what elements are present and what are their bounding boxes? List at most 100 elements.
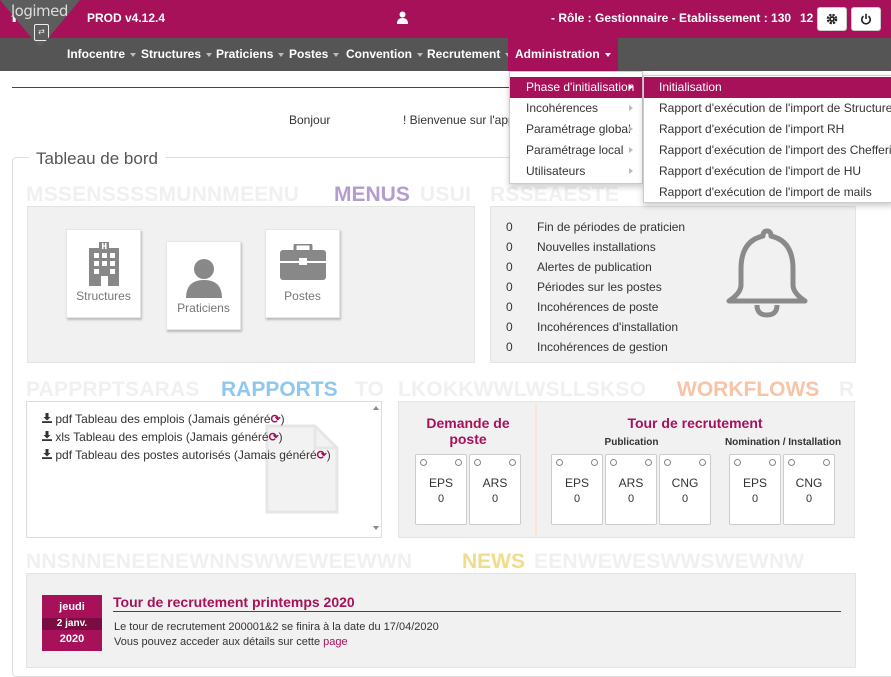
menus-watermark: MSSENSSSSMUNNMEENU [26,184,300,206]
menu-label: Paramétrage local [526,143,624,157]
status-dot [556,459,563,466]
nav-postes[interactable]: Postes [289,38,340,71]
workflows-watermark-right: R [839,379,855,401]
demande-title: Demande de poste [426,415,510,447]
status-dot [610,459,617,466]
bell-icon [726,228,808,318]
report-label: Tableau des emplois (Jamais généré [73,430,269,444]
nav-label: Administration [515,47,600,61]
nav-administration[interactable]: Administration [508,38,618,71]
tile-praticiens[interactable]: Praticiens [166,241,241,330]
status-dot [734,459,741,466]
rapports-watermark-right: TO [355,379,384,401]
workflows-divider [535,404,537,535]
alert-count: 0 [506,220,513,234]
status-dot [474,459,481,466]
dashboard-title: Tableau de bord [29,149,165,169]
gear-icon [826,13,838,25]
menu-item-parametrage-global[interactable]: Paramétrage global [510,119,642,140]
nav-infocentre[interactable]: Infocentre [67,38,137,71]
menu-item-parametrage-local[interactable]: Paramétrage local [510,140,642,161]
scroll-up-icon[interactable] [373,406,379,410]
building-icon [88,242,119,286]
power-icon [861,13,871,25]
tile-postes[interactable]: Postes [265,229,340,318]
caret-down-icon [278,52,285,57]
workflow-card-eps[interactable]: EPS 0 [551,454,603,525]
logo-text: logimed [11,2,68,20]
submenu-item-rapport-structures[interactable]: Rapport d'exécution de l'import de Struc… [644,98,891,119]
status-dot [645,459,652,466]
nomination-label: Nomination / Installation [724,437,842,448]
workflow-card-cng[interactable]: CNG 0 [659,454,711,525]
card-label: CNG [795,476,823,490]
news-link[interactable]: page [323,636,347,648]
caret-down-icon [604,52,611,57]
tile-label: Postes [284,289,321,303]
nav-structures[interactable]: Structures [141,38,213,71]
submenu-item-rapport-chefferies[interactable]: Rapport d'exécution de l'import des Chef… [644,140,891,161]
report-label: Tableau des postes autorisés (Jamais gén… [75,448,317,462]
workflow-card-ars[interactable]: ARS 0 [469,454,521,525]
initialisation-submenu: Initialisation Rapport d'exécution de l'… [643,75,891,203]
nav-recrutement[interactable]: Recrutement [427,38,512,71]
workflow-card-eps[interactable]: EPS 0 [415,454,467,525]
alert-count: 0 [506,240,513,254]
workflows-title: WORKFLOWS [677,378,820,401]
nav-label: Recrutement [427,47,501,61]
download-icon [42,431,52,441]
logout-button[interactable] [851,7,881,31]
greeting-welcome: ! Bienvenue sur l'appl [403,113,518,127]
refresh-icon[interactable]: ⟳ [317,448,327,462]
caret-down-icon [130,52,137,57]
alert-label: Incohérences de poste [537,300,659,314]
report-item[interactable]: pdf Tableau des emplois (Jamais généré⟳) [42,412,285,426]
card-value: 0 [681,493,689,505]
submenu-item-rapport-hu[interactable]: Rapport d'exécution de l'import de HU [644,161,891,182]
caret-down-icon [333,52,340,57]
report-format: pdf [55,412,73,426]
refresh-icon[interactable]: ⟳ [271,412,281,426]
workflow-card-ars[interactable]: ARS 0 [605,454,657,525]
menu-item-incoherences[interactable]: Incohérences [510,98,642,119]
status-dot [509,459,516,466]
user-icon [185,259,222,298]
status-dot [664,459,671,466]
tile-label: Structures [76,289,131,303]
caret-down-icon [206,52,213,57]
nav-praticiens[interactable]: Praticiens [216,38,285,71]
menu-item-phase-initialisation[interactable]: Phase d'initialisation [510,77,642,98]
tile-label: Praticiens [177,301,230,315]
news-item-title[interactable]: Tour de recrutement printemps 2020 [113,594,355,610]
alert-count: 0 [506,320,513,334]
download-icon [42,413,52,423]
document-icon: ⇄ [34,24,49,41]
menu-item-utilisateurs[interactable]: Utilisateurs [510,161,642,182]
report-item[interactable]: xls Tableau des emplois (Jamais généré⟳) [42,430,283,444]
alert-count: 0 [506,260,513,274]
alert-label: Périodes sur les postes [537,280,662,294]
refresh-icon[interactable]: ⟳ [269,430,279,444]
administration-menu: Phase d'initialisation Incohérences Para… [509,71,643,184]
rapports-scrollbar[interactable] [370,404,382,536]
news-date: 2 janv. [42,618,102,630]
alert-label: Incohérences de gestion [537,340,668,354]
user-icon[interactable] [397,11,408,24]
status-dot [699,459,706,466]
news-year: 2020 [59,633,85,645]
nav-convention[interactable]: Convention [346,38,423,71]
card-value: 0 [805,493,813,505]
workflow-card-eps[interactable]: EPS 0 [729,454,781,525]
alert-label: Fin de périodes de praticien [537,220,686,234]
tile-structures[interactable]: Structures [66,229,141,318]
submenu-item-rapport-mails[interactable]: Rapport d'exécution de l'import de mails [644,182,891,203]
status-dot [823,459,830,466]
submenu-item-initialisation[interactable]: Initialisation [644,77,891,98]
submenu-item-rapport-rh[interactable]: Rapport d'exécution de l'import RH [644,119,891,140]
workflow-card-cng[interactable]: CNG 0 [783,454,835,525]
caret-right-icon [629,84,633,90]
news-watermark-right: EENWEWESWWSWEWNW [534,551,805,573]
scroll-down-icon[interactable] [373,526,379,530]
report-item[interactable]: pdf Tableau des postes autorisés (Jamais… [42,448,331,462]
settings-button[interactable] [817,7,847,31]
